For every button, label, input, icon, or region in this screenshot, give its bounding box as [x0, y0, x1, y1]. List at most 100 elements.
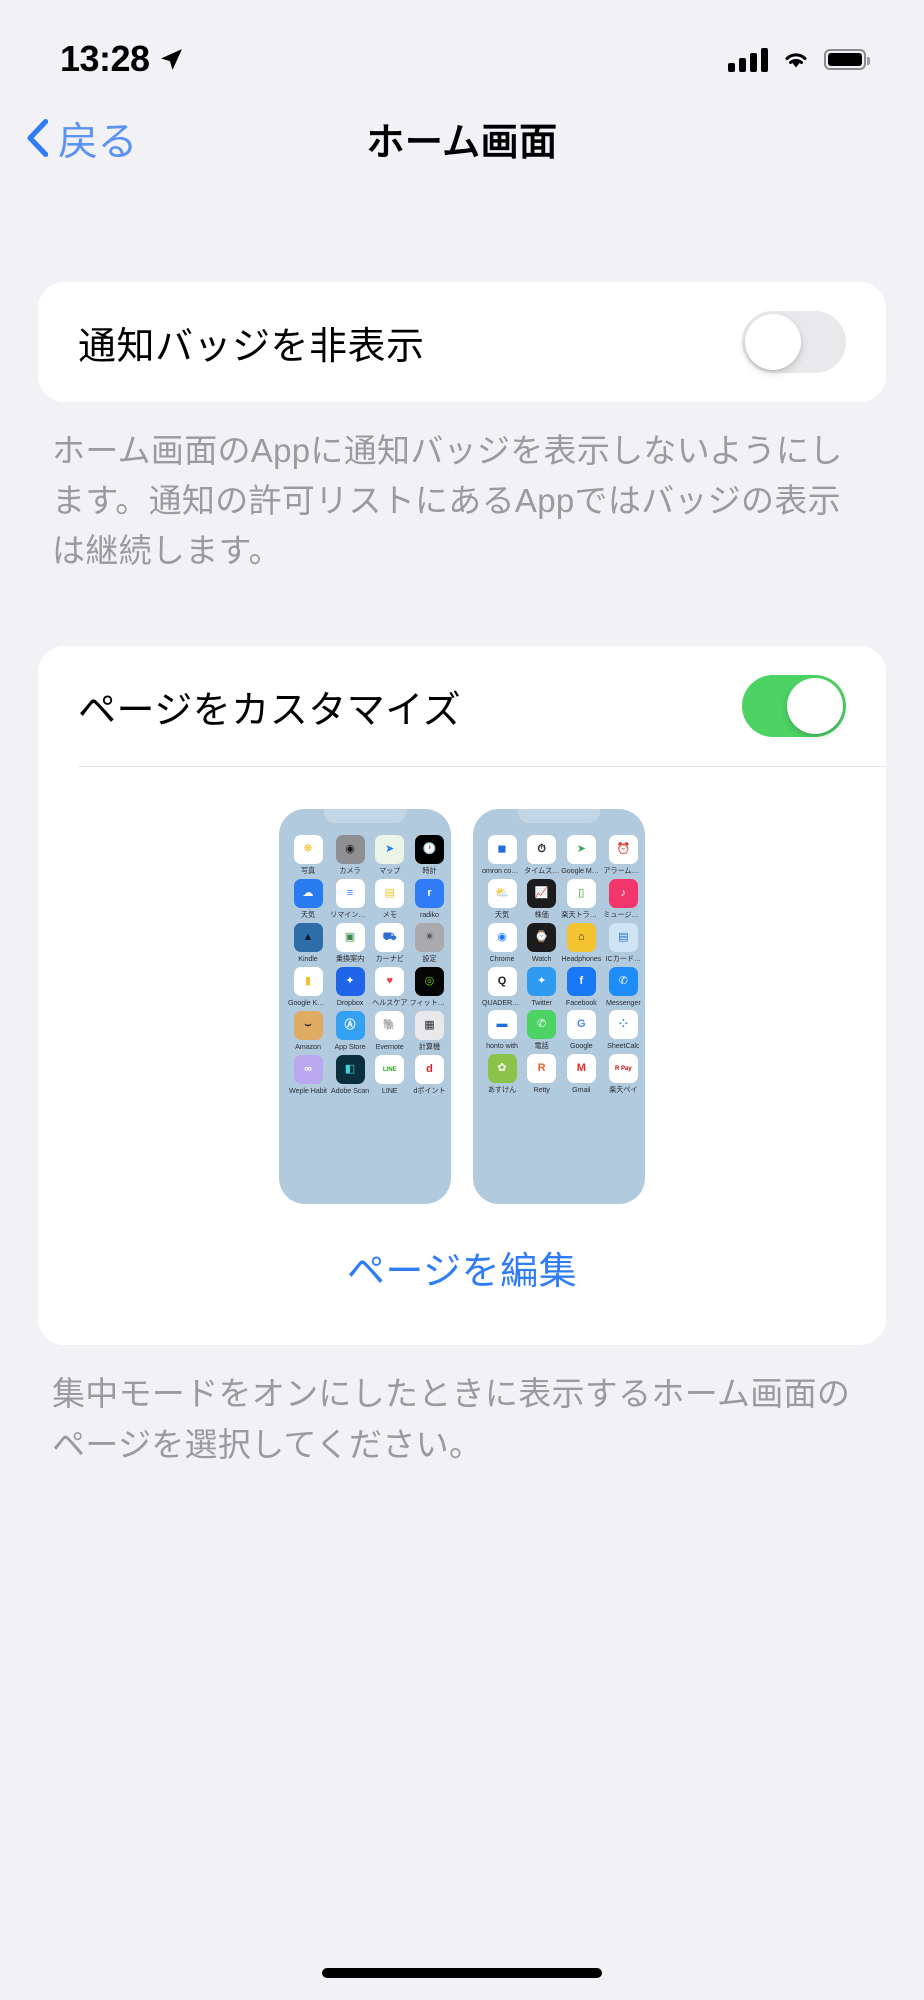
hide-notification-badges-card: 通知バッジを非表示	[38, 282, 886, 402]
app-icon-tile: ▦ 計算機	[409, 1011, 449, 1052]
app-label: LINE	[381, 1086, 398, 1096]
chrome-icon: ◉	[487, 923, 517, 953]
wifi-icon	[785, 53, 807, 68]
phone-notch	[324, 809, 406, 824]
app-label: Google Maps	[561, 866, 602, 876]
app-label: 計算機	[418, 1042, 441, 1052]
edit-pages-link[interactable]: ページを編集	[38, 1222, 886, 1335]
d-point-icon: d	[414, 1055, 444, 1085]
app-label: カメラ	[339, 866, 361, 876]
battery-icon	[824, 48, 870, 70]
app-label: omron conn…	[482, 866, 522, 876]
asuken-icon: ✿	[487, 1054, 517, 1084]
hide-notification-badges-toggle[interactable]	[742, 311, 846, 373]
app-label: 写真	[300, 866, 316, 876]
line-icon: LINE	[375, 1055, 405, 1085]
app-label: Google Keep	[288, 998, 328, 1008]
app-icon-tile: ⌂ Headphones	[561, 923, 601, 964]
radiko-icon: r	[414, 879, 444, 909]
app-label: 時計	[422, 866, 437, 876]
retty-icon: R	[527, 1054, 557, 1084]
hide-notification-badges-row[interactable]: 通知バッジを非表示	[38, 282, 886, 402]
gmail-icon: M	[566, 1054, 596, 1084]
phone-icon: ✆	[527, 1010, 557, 1040]
app-label: App Store	[334, 1042, 366, 1052]
app-icon-tile: 🕐 時計	[409, 835, 449, 876]
app-icon-tile: ▤ ICカード…	[603, 923, 643, 964]
google-keep-icon: ▮	[293, 967, 323, 997]
app-label: Twitter	[531, 998, 552, 1008]
app-label: 設定	[422, 954, 437, 964]
app-label: 楽天トラベル	[561, 910, 602, 920]
app-label: Gmail	[572, 1085, 591, 1095]
customize-pages-row[interactable]: ページをカスタマイズ	[38, 646, 886, 766]
back-button[interactable]: 戻る	[26, 109, 138, 167]
app-label: Messenger	[605, 998, 641, 1008]
app-icon-tile: ◧ Adobe Scan	[330, 1055, 370, 1096]
app-icon-tile: 🐘 Evernote	[372, 1011, 407, 1052]
settings-icon: ✷	[414, 923, 444, 953]
customize-pages-card: ページをカスタマイズ ❋ 写真 ◉ カメラ ➤ マップ 🕐 時計 ☁ 天気 ≡ リマインダー ▤ メモ r r…	[38, 646, 886, 1346]
dropbox-icon: ✦	[335, 967, 365, 997]
app-icon-tile: ✦ Twitter	[524, 967, 559, 1007]
app-label: Watch	[531, 954, 552, 964]
app-icon-tile: ⌣ Amazon	[288, 1011, 328, 1052]
status-bar: 13:28	[0, 0, 924, 92]
page-title: ホーム画面	[366, 121, 558, 164]
chevron-left-icon	[27, 119, 48, 157]
app-icon-tile: ◉ Chrome	[482, 923, 522, 964]
app-label: Adobe Scan	[330, 1086, 370, 1096]
app-icon-tile: ▤ メモ	[372, 879, 407, 920]
app-icon-tile: ☁ 天気	[288, 879, 328, 920]
app-label: QUADERNO	[482, 998, 522, 1008]
home-indicator	[322, 1968, 602, 1978]
app-icon-tile: ✦ Dropbox	[330, 967, 370, 1008]
app-label: 天気	[494, 910, 510, 920]
status-bar-left: 13:28	[60, 38, 184, 80]
app-label: 電話	[534, 1041, 549, 1051]
app-label: あすけん	[487, 1085, 517, 1095]
app-label: Kindle	[298, 954, 318, 964]
app-store-icon: Ⓐ	[335, 1011, 365, 1041]
toggle-knob	[787, 678, 843, 735]
stocks-icon: 📈	[527, 879, 557, 909]
app-label: Retty	[533, 1085, 550, 1095]
reminders-icon: ≡	[335, 879, 365, 909]
weple-habit-icon: ∞	[293, 1055, 323, 1085]
app-icon-tile: ✷ 設定	[409, 923, 449, 964]
facebook-icon: f	[566, 967, 596, 997]
home-screen-page-preview-1[interactable]: ❋ 写真 ◉ カメラ ➤ マップ 🕐 時計 ☁ 天気 ≡ リマインダー ▤ メモ r radiko ▲ Kindl…	[279, 809, 451, 1205]
customize-pages-toggle[interactable]	[742, 675, 846, 738]
twitter-icon: ✦	[527, 967, 557, 997]
app-icon-tile: M Gmail	[561, 1054, 601, 1095]
app-label: アラーム&タイマー	[603, 866, 644, 876]
app-label: dポイント	[413, 1086, 446, 1096]
quaderno-icon: Q	[487, 967, 517, 997]
home-screen-page-preview-2[interactable]: ◼omron conn…⏱タイムス…➤Google Maps⏰アラーム&タイマー…	[473, 809, 645, 1205]
fitness-icon: ◎	[414, 967, 444, 997]
app-label: マップ	[379, 866, 401, 876]
app-label: 乗換案内	[335, 954, 365, 964]
honto-with-icon: ▬	[487, 1010, 517, 1040]
app-label: リマインダー	[330, 910, 370, 920]
app-label: honto with	[486, 1041, 518, 1051]
app-icon-tile: Ⓐ App Store	[330, 1011, 370, 1052]
cellular-signal-icon	[728, 47, 768, 72]
app-icon-tile: R Retty	[524, 1054, 559, 1095]
amazon-icon: ⌣	[293, 1011, 323, 1041]
app-grid: ◼omron conn…⏱タイムス…➤Google Maps⏰アラーム&タイマー…	[482, 835, 643, 1095]
customize-pages-label: ページをカスタマイズ	[78, 689, 462, 732]
app-icon-tile: Q QUADERNO	[482, 967, 522, 1007]
app-icon-tile: LINE LINE	[372, 1055, 407, 1096]
app-label: Weple Habit	[289, 1086, 327, 1096]
app-grid: ❋ 写真 ◉ カメラ ➤ マップ 🕐 時計 ☁ 天気 ≡ リマインダー ▤ メモ r radiko ▲ Kindl…	[288, 835, 449, 1096]
app-icon-tile: ◎ フィットネス	[409, 967, 449, 1008]
app-label: 株価	[534, 910, 549, 920]
app-icon-tile: R Pay 楽天ペイ	[603, 1054, 643, 1095]
app-label: Amazon	[295, 1042, 321, 1052]
photos-icon: ❋	[293, 835, 323, 865]
app-icon-tile: ⌚ Watch	[524, 923, 559, 964]
status-bar-right	[728, 47, 870, 72]
app-label: カーナビ	[375, 954, 404, 964]
app-icon-tile: ♪ ミュージック	[603, 879, 643, 920]
